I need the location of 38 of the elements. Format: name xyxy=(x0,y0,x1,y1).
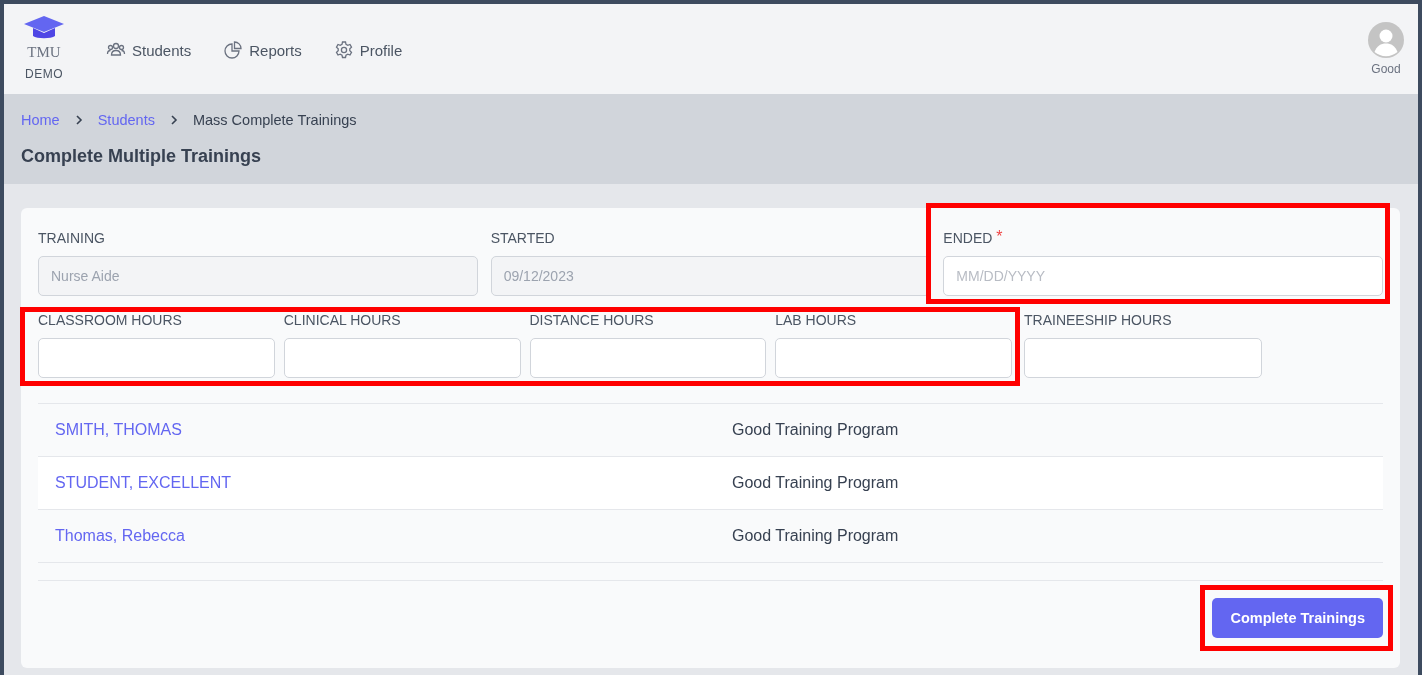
input-field[interactable] xyxy=(529,338,767,378)
breadcrumb-link[interactable]: Students xyxy=(97,112,155,128)
input-field[interactable] xyxy=(775,338,1012,378)
input-field[interactable]: MM/DD/YYYY xyxy=(943,256,1383,296)
logo-subtitle: DEMO xyxy=(25,67,63,81)
pie-chart-icon xyxy=(223,40,244,60)
required-asterisk: * xyxy=(996,230,1003,247)
field-label: STARTED xyxy=(490,230,555,248)
logo-text: TMU xyxy=(27,44,61,61)
page-title: Complete Multiple Trainings xyxy=(21,146,263,167)
program-name: Good Training Program xyxy=(732,474,899,492)
user-name: Good xyxy=(1371,62,1401,76)
field-label: TRAINING xyxy=(38,230,105,248)
nav-link[interactable]: Reports xyxy=(223,40,302,60)
student-link[interactable]: STUDENT, EXCELLENT xyxy=(38,474,732,492)
student-link[interactable]: Thomas, Rebecca xyxy=(38,527,732,545)
chevron-right-icon xyxy=(168,115,179,125)
avatar-icon[interactable] xyxy=(1368,22,1404,58)
field-label: LAB HOURS xyxy=(775,312,857,330)
field-label: ENDED xyxy=(943,230,993,248)
input-field[interactable] xyxy=(1024,338,1262,378)
field-label: DISTANCE HOURS xyxy=(529,312,654,330)
program-name: Good Training Program xyxy=(732,527,899,545)
input-field[interactable] xyxy=(283,338,521,378)
complete-trainings-button[interactable]: Complete Trainings xyxy=(1212,598,1383,638)
chevron-right-icon xyxy=(73,115,84,125)
nav-link[interactable]: Profile xyxy=(333,40,403,60)
breadcrumb-link[interactable]: Home xyxy=(21,112,60,128)
field-label: TRAINEESHIP HOURS xyxy=(1024,312,1172,330)
disabled-input-field: Nurse Aide xyxy=(38,256,478,296)
student-link[interactable]: SMITH, THOMAS xyxy=(38,421,732,439)
program-name: Good Training Program xyxy=(732,421,899,439)
nav-link[interactable]: Students xyxy=(106,40,192,60)
settings-icon xyxy=(333,40,354,60)
field-label: CLASSROOM HOURS xyxy=(38,312,182,330)
field-label: CLINICAL HOURS xyxy=(283,312,401,330)
input-field[interactable] xyxy=(38,338,275,378)
breadcrumb-current: Mass Complete Trainings xyxy=(192,112,357,128)
